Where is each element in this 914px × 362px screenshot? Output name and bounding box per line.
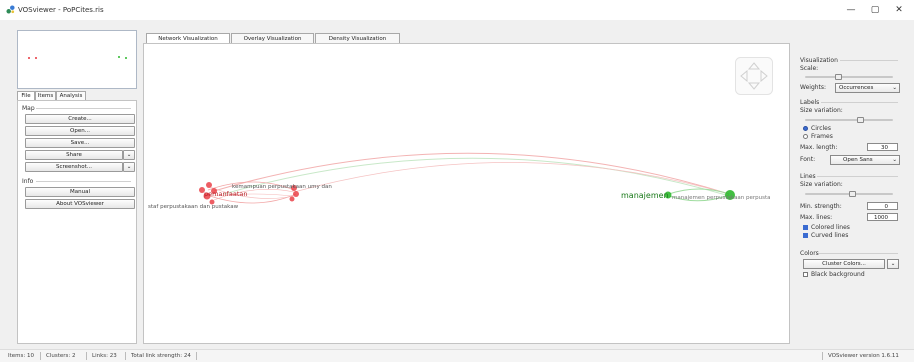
divider: [86, 352, 87, 360]
line-size-variation-label: Size variation:: [800, 181, 843, 188]
line-size-variation-slider[interactable]: [805, 191, 893, 197]
share-dropdown-button[interactable]: ⌄: [123, 150, 135, 160]
network-canvas[interactable]: pemanfaatan kemampuan perpustakaan umy d…: [143, 43, 790, 344]
network-node[interactable]: [289, 196, 295, 202]
colored-lines-checkbox[interactable]: [803, 225, 808, 230]
visualization-title: Visualization: [800, 57, 838, 64]
max-lines-value: 1000: [874, 215, 888, 221]
circles-label: Circles: [811, 125, 831, 132]
slider-thumb[interactable]: [849, 191, 856, 197]
minimize-button[interactable]: —: [842, 4, 860, 16]
font-label: Font:: [800, 156, 816, 163]
node-label-manajemen[interactable]: manajemen: [621, 191, 669, 200]
divider: [819, 253, 898, 254]
status-links: Links: 23: [92, 353, 117, 359]
status-bar: Items: 10 Clusters: 2 Links: 23 Total li…: [0, 349, 914, 362]
node-label-kemampuan[interactable]: kemampuan perpustakaan umy dan: [232, 184, 332, 190]
divider: [36, 181, 131, 182]
network-node[interactable]: [293, 191, 299, 197]
min-strength-spinner[interactable]: 0: [867, 202, 898, 210]
chevron-down-icon: ⌄: [892, 157, 897, 163]
overview-minimap[interactable]: [17, 30, 137, 89]
labels-title: Labels: [800, 99, 820, 106]
divider: [40, 352, 41, 360]
chevron-down-icon: ⌄: [892, 85, 897, 91]
network-node[interactable]: [206, 182, 212, 188]
max-length-label: Max. length:: [800, 144, 838, 151]
divider: [821, 102, 898, 103]
min-strength-value: 0: [884, 204, 889, 210]
frames-radio[interactable]: [803, 134, 808, 139]
open-button[interactable]: Open...: [25, 126, 135, 136]
label-size-variation-slider[interactable]: [805, 117, 893, 123]
slider-thumb[interactable]: [857, 117, 864, 123]
divider: [817, 176, 898, 177]
status-clusters: Clusters: 2: [46, 353, 76, 359]
about-button[interactable]: About VOSviewer: [25, 199, 135, 209]
curved-lines-label: Curved lines: [811, 232, 849, 239]
cluster-colors-dropdown[interactable]: ⌄: [887, 259, 899, 269]
minimap-node: [118, 56, 120, 58]
info-section-title: Info: [22, 178, 34, 185]
weights-label: Weights:: [800, 84, 827, 91]
save-button[interactable]: Save...: [25, 138, 135, 148]
font-value: Open Sans: [843, 157, 873, 163]
divider: [125, 352, 126, 360]
create-button[interactable]: Create...: [25, 114, 135, 124]
map-section-title: Map: [22, 105, 35, 112]
black-background-label: Black background: [811, 271, 865, 278]
max-lines-spinner[interactable]: 1000: [867, 213, 898, 221]
node-label-manajemen-perpustakaan[interactable]: manajemen perpustakaan perpusta: [672, 195, 771, 201]
curved-lines-checkbox[interactable]: [803, 233, 808, 238]
maximize-button[interactable]: ▢: [866, 4, 884, 16]
colored-lines-label: Colored lines: [811, 224, 850, 231]
black-background-checkbox[interactable]: [803, 272, 808, 277]
node-label-staf[interactable]: staf perpustakaan dan pustakaw: [148, 204, 239, 210]
divider: [840, 60, 898, 61]
scale-slider-thumb[interactable]: [835, 74, 842, 80]
scale-label: Scale:: [800, 65, 819, 72]
file-panel: Map Create... Open... Save... Share ⌄ Sc…: [17, 100, 137, 344]
manual-button[interactable]: Manual: [25, 187, 135, 197]
screenshot-dropdown-button[interactable]: ⌄: [123, 162, 135, 172]
font-select[interactable]: Open Sans ⌄: [830, 155, 900, 165]
minimap-node: [125, 57, 127, 59]
cluster-colors-button[interactable]: Cluster Colors...: [803, 259, 885, 269]
status-total-link-strength: Total link strength: 24: [131, 353, 191, 359]
divider: [36, 108, 131, 109]
divider: [196, 352, 197, 360]
status-items: Items: 10: [8, 353, 34, 359]
close-button[interactable]: ✕: [890, 4, 908, 16]
weights-value: Occurrences: [839, 85, 874, 91]
circles-radio[interactable]: [803, 126, 808, 131]
chevron-down-icon: ⌄: [126, 164, 132, 170]
colors-title: Colors: [800, 250, 819, 257]
minimap-node: [28, 57, 30, 59]
zoom-pan-control[interactable]: [735, 57, 773, 95]
title-bar: VOSviewer - PoPCites.ris — ▢ ✕: [0, 0, 914, 20]
max-lines-label: Max. lines:: [800, 214, 833, 221]
label-size-variation-label: Size variation:: [800, 107, 843, 114]
weights-select[interactable]: Occurrences ⌄: [835, 83, 900, 93]
link-curve: [293, 162, 730, 195]
network-graph[interactable]: pemanfaatan kemampuan perpustakaan umy d…: [144, 44, 789, 343]
min-strength-label: Min. strength:: [800, 203, 842, 210]
vosviewer-logo-icon: [6, 5, 15, 14]
node-label-pemanfaatan[interactable]: pemanfaatan: [204, 190, 247, 198]
chevron-down-icon: ⌄: [126, 152, 132, 158]
lines-title: Lines: [800, 173, 816, 180]
window-title: VOSviewer - PoPCites.ris: [18, 6, 104, 14]
chevron-down-icon: ⌄: [890, 261, 896, 267]
status-version: VOSviewer version 1.6.11: [828, 353, 899, 359]
divider: [822, 352, 823, 360]
share-button[interactable]: Share: [25, 150, 123, 160]
scale-slider[interactable]: [805, 74, 893, 80]
screenshot-button[interactable]: Screenshot...: [25, 162, 123, 172]
frames-label: Frames: [811, 133, 833, 140]
max-length-value: 30: [881, 145, 888, 151]
max-length-spinner[interactable]: 30: [867, 143, 898, 151]
options-panel: Visualization Scale: Weights: Occurrence…: [795, 48, 900, 342]
minimap-node: [35, 57, 37, 59]
